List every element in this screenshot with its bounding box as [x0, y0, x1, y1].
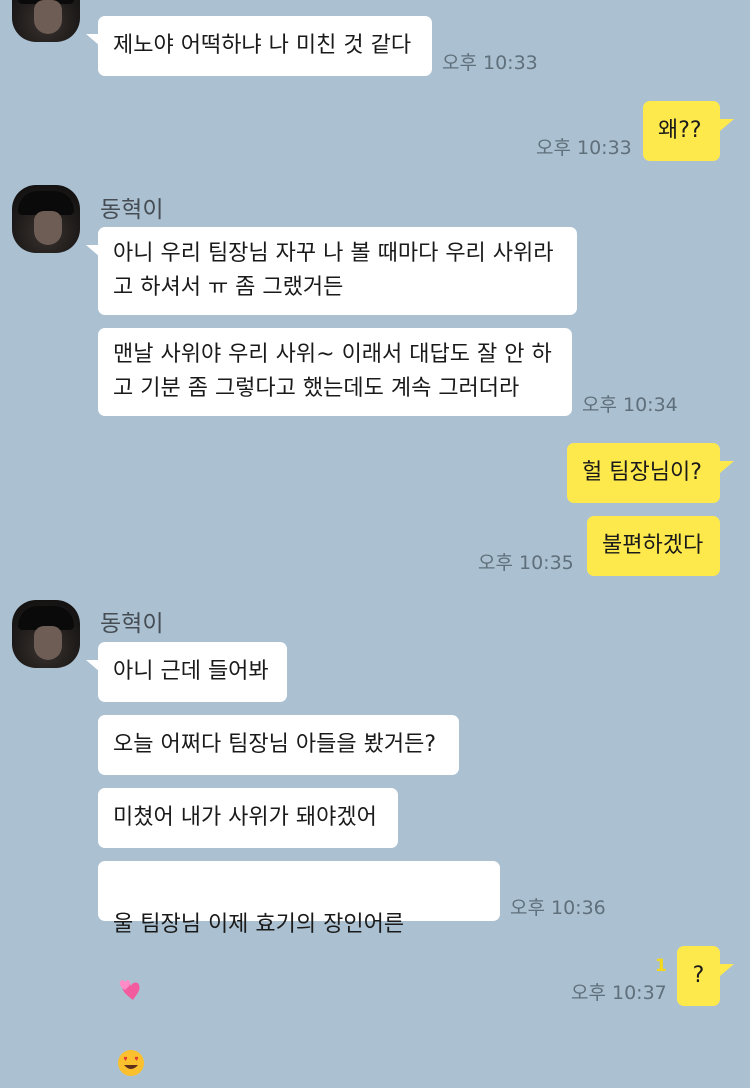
profile-avatar[interactable] [12, 0, 80, 42]
message-time: 오후 10:35 [478, 552, 574, 574]
bubble-tail [720, 964, 734, 976]
unread-count: 1 [655, 956, 667, 976]
chat-room[interactable]: 제노야 어떡하냐 나 미친 것 같다 오후 10:33 오후 10:33 왜??… [0, 0, 750, 1076]
heart-eyes-icon [117, 1015, 145, 1088]
avatar-face [34, 0, 62, 34]
message-bubble[interactable]: 오늘 어쩌다 팀장님 아들을 봤거든? [98, 715, 459, 775]
sender-name: 동혁이 [100, 611, 164, 637]
sender-name: 동혁이 [100, 197, 164, 223]
message-time: 오후 10:33 [442, 52, 538, 74]
my-message-bubble[interactable]: ? [677, 946, 720, 1006]
avatar-face [34, 211, 62, 245]
message-time: 오후 10:33 [536, 137, 632, 159]
message-bubble[interactable]: 미쳤어 내가 사위가 돼야겠어 [98, 788, 398, 848]
my-message-bubble[interactable]: 불편하겠다 [587, 516, 720, 576]
my-message-bubble[interactable]: 왜?? [643, 101, 720, 161]
message-bubble[interactable]: 맨날 사위야 우리 사위~ 이래서 대답도 잘 안 하 고 기분 좀 그렇다고 … [98, 328, 572, 416]
profile-avatar[interactable] [12, 600, 80, 668]
message-text: 울 팀장님 이제 효기의 장인어른 [113, 912, 405, 937]
bubble-tail [720, 119, 734, 131]
message-bubble[interactable]: 아니 근데 들어봐 [98, 642, 287, 702]
message-time: 오후 10:34 [582, 394, 678, 416]
my-message-bubble[interactable]: 헐 팀장님이? [567, 443, 720, 503]
profile-avatar[interactable] [12, 185, 80, 253]
message-bubble[interactable]: 울 팀장님 이제 효기의 장인어른 [98, 861, 500, 1076]
two-hearts-icon [117, 942, 145, 1015]
avatar-face [34, 626, 62, 660]
message-bubble[interactable]: 제노야 어떡하냐 나 미친 것 같다 [98, 16, 432, 76]
message-time: 오후 10:36 [510, 897, 606, 919]
message-bubble[interactable]: 아니 우리 팀장님 자꾸 나 볼 때마다 우리 사위라 고 하셔서 ㅠ 좀 그랬… [98, 227, 577, 315]
message-time: 오후 10:37 [571, 982, 667, 1004]
bubble-tail [720, 461, 734, 473]
